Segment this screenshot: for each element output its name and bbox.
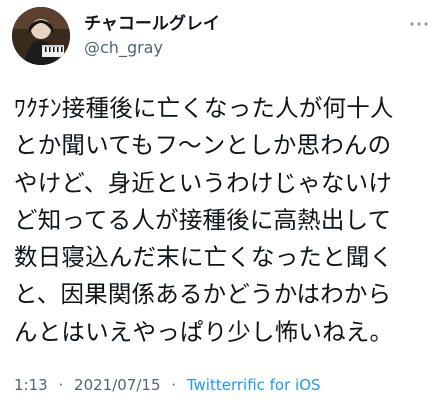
author-display-name[interactable]: チャコールグレイ [84, 9, 220, 34]
tweet-date[interactable]: 2021/07/15 [74, 376, 160, 394]
avatar-image [12, 7, 70, 65]
tweet-client-link[interactable]: Twitterrific for iOS [187, 376, 321, 394]
meta-separator: · [58, 376, 64, 394]
tweet-card: チャコールグレイ @ch_gray ﾜｸﾁﾝ接種後に亡くなった人が何十人 とか聞… [0, 0, 445, 417]
author-handle[interactable]: @ch_gray [84, 38, 163, 57]
more-options-icon[interactable] [407, 14, 431, 26]
avatar[interactable] [12, 7, 70, 65]
meta-separator-2: · [171, 376, 177, 394]
tweet-meta: 1:13 · 2021/07/15 · Twitterrific for iOS [14, 376, 321, 394]
tweet-text: ﾜｸﾁﾝ接種後に亡くなった人が何十人 とか聞いてもフ〜ンとしか思わんの やけど、… [14, 94, 394, 346]
tweet-time[interactable]: 1:13 [14, 376, 48, 394]
